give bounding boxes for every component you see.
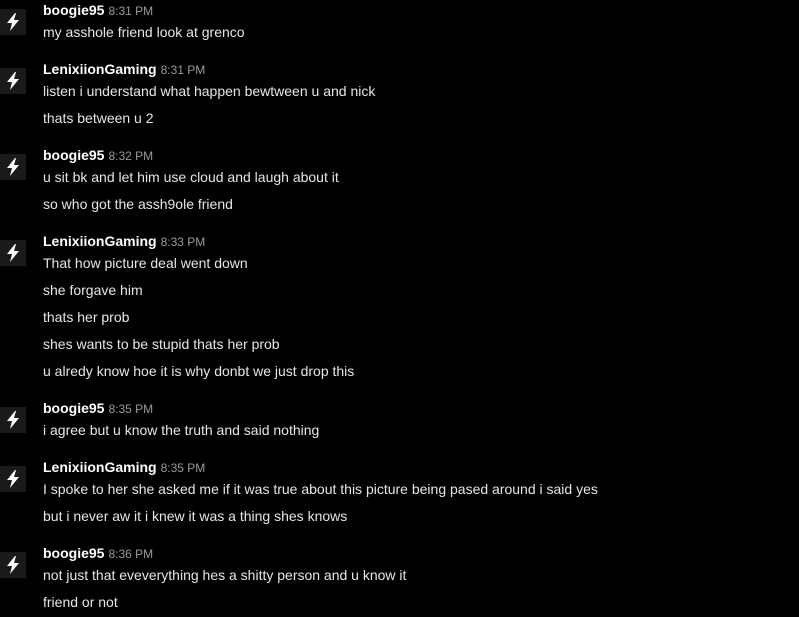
message-text: shes wants to be stupid thats her prob xyxy=(43,336,280,352)
message-text: I spoke to her she asked me if it was tr… xyxy=(43,481,598,497)
message-group: boogie95 8:36 PM not just that eveverythin… xyxy=(0,544,799,617)
timestamp: 8:36 PM xyxy=(108,547,154,561)
timestamp: 8:35 PM xyxy=(160,461,206,475)
message-header: LenixiionGaming 8:33 PM xyxy=(43,232,205,251)
lightning-bolt-icon xyxy=(5,158,21,176)
lightning-bolt-icon xyxy=(5,470,21,488)
username[interactable]: LenixiionGaming xyxy=(43,233,157,249)
message-text: so who got the assh9ole friend xyxy=(43,196,233,212)
avatar[interactable] xyxy=(0,240,26,266)
message-header: LenixiionGaming 8:31 PM xyxy=(43,60,205,79)
message-group: boogie95 8:35 PM i agree but u know the tr… xyxy=(0,399,799,448)
username[interactable]: boogie95 xyxy=(43,545,104,561)
message-group: boogie95 8:32 PM u sit bk and let him use … xyxy=(0,146,799,222)
message-text: friend or not xyxy=(43,594,118,610)
message-text: but i never aw it i knew it was a thing … xyxy=(43,508,348,524)
message-group: boogie95 8:31 PM my asshole friend look at… xyxy=(0,1,799,50)
username[interactable]: boogie95 xyxy=(43,400,104,416)
message-header: LenixiionGaming 8:35 PM xyxy=(43,458,205,477)
timestamp: 8:31 PM xyxy=(108,4,154,18)
avatar[interactable] xyxy=(0,68,26,94)
message-text: my asshole friend look at grenco xyxy=(43,24,245,40)
message-group: LenixiionGaming 8:31 PM listen i understan… xyxy=(0,60,799,136)
lightning-bolt-icon xyxy=(5,411,21,429)
timestamp: 8:31 PM xyxy=(160,63,206,77)
avatar[interactable] xyxy=(0,9,26,35)
message-text: thats her prob xyxy=(43,309,130,325)
message-text: u alredy know hoe it is why donbt we jus… xyxy=(43,363,355,379)
message-text: That how picture deal went down xyxy=(43,255,248,271)
message-group: LenixiionGaming 8:35 PM I spoke to her she… xyxy=(0,458,799,534)
message-header: boogie95 8:32 PM xyxy=(43,146,153,165)
lightning-bolt-icon xyxy=(5,13,21,31)
message-text: she forgave him xyxy=(43,282,143,298)
timestamp: 8:33 PM xyxy=(160,235,206,249)
message-text: u sit bk and let him use cloud and laugh… xyxy=(43,169,339,185)
message-header: boogie95 8:36 PM xyxy=(43,544,153,563)
timestamp: 8:32 PM xyxy=(108,149,154,163)
username[interactable]: boogie95 xyxy=(43,147,104,163)
message-text: listen i understand what happen bewtween… xyxy=(43,83,376,99)
message-text: i agree but u know the truth and said no… xyxy=(43,422,320,438)
username[interactable]: LenixiionGaming xyxy=(43,459,157,475)
message-text: not just that eveverything hes a shitty … xyxy=(43,567,407,583)
username[interactable]: LenixiionGaming xyxy=(43,61,157,77)
timestamp: 8:35 PM xyxy=(108,402,154,416)
avatar[interactable] xyxy=(0,154,26,180)
message-group: LenixiionGaming 8:33 PM That how picture d… xyxy=(0,232,799,389)
chat-log: boogie95 8:31 PM my asshole friend look at… xyxy=(0,0,799,617)
lightning-bolt-icon xyxy=(5,72,21,90)
avatar[interactable] xyxy=(0,407,26,433)
avatar[interactable] xyxy=(0,552,26,578)
message-header: boogie95 8:31 PM xyxy=(43,1,153,20)
message-text: thats between u 2 xyxy=(43,110,154,126)
lightning-bolt-icon xyxy=(5,556,21,574)
username[interactable]: boogie95 xyxy=(43,2,104,18)
message-header: boogie95 8:35 PM xyxy=(43,399,153,418)
lightning-bolt-icon xyxy=(5,244,21,262)
avatar[interactable] xyxy=(0,466,26,492)
